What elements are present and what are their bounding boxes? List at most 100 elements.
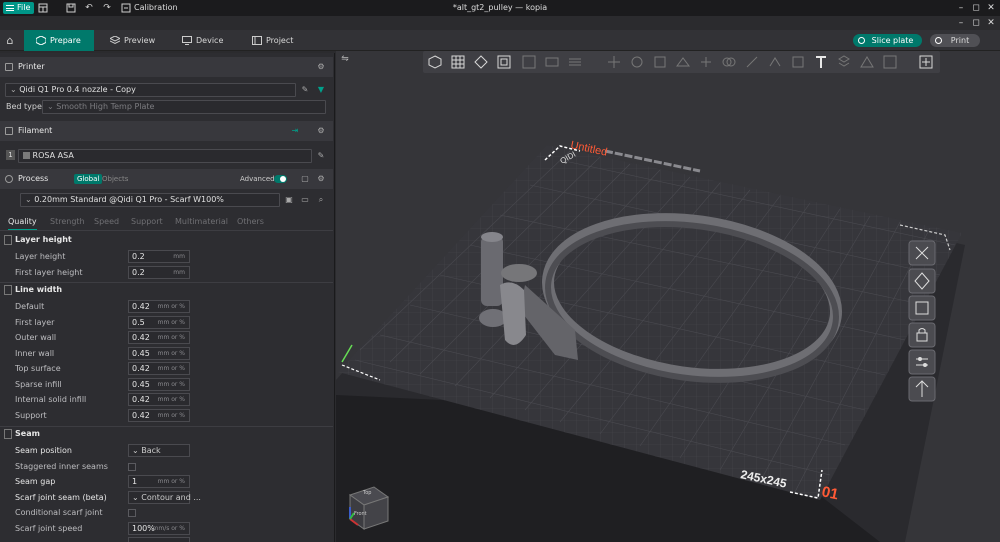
rotate-icon[interactable]: [629, 54, 645, 70]
plate-delete-button[interactable]: [908, 240, 936, 266]
line-width-default-input[interactable]: 0.42 mm or %: [128, 300, 190, 313]
tab-multimaterial[interactable]: Multimaterial: [175, 214, 228, 229]
bed-type-select[interactable]: ⌄ Smooth High Temp Plate: [42, 100, 326, 114]
tab-preview[interactable]: Preview: [98, 30, 168, 51]
close-window-icon[interactable]: ✕: [985, 2, 997, 14]
tab-strength[interactable]: Strength: [50, 214, 85, 229]
edit-printer-icon[interactable]: ✎: [300, 85, 310, 95]
scale-icon[interactable]: [652, 54, 668, 70]
setting-unit: mm: [173, 253, 185, 260]
setting-value: 0.42: [132, 410, 150, 420]
calibration-icon[interactable]: [121, 3, 131, 13]
layers-tool-icon[interactable]: [567, 54, 583, 70]
save-icon[interactable]: [66, 3, 76, 13]
save-preset-icon[interactable]: ▣: [284, 195, 294, 205]
filament-icon: [5, 127, 13, 135]
plate-move-button[interactable]: [908, 376, 936, 402]
global-toggle[interactable]: Global: [74, 174, 103, 184]
add-filament-icon[interactable]: ⇥: [290, 126, 300, 136]
tab-prepare[interactable]: Prepare: [24, 30, 94, 51]
scarf-speed-input[interactable]: 100% mm/s or %: [128, 521, 190, 535]
undo-icon[interactable]: ↶: [84, 3, 94, 13]
orient-icon[interactable]: [473, 54, 489, 70]
calibration-menu[interactable]: Calibration: [134, 0, 178, 16]
measure-icon[interactable]: [859, 54, 875, 70]
tab-others[interactable]: Others: [237, 214, 264, 229]
lay-on-face-icon[interactable]: [675, 54, 691, 70]
restore-plate-icon[interactable]: ◻: [970, 17, 982, 29]
view-cube[interactable]: Top Front: [344, 483, 392, 531]
seam-position-select[interactable]: ⌄ Back: [128, 444, 190, 457]
process-settings-icon[interactable]: ⚙: [316, 174, 326, 184]
line-width-inner-wall-input[interactable]: 0.45 mm or %: [128, 346, 190, 360]
wifi-icon[interactable]: ▼: [316, 85, 326, 95]
tab-speed[interactable]: Speed: [94, 214, 119, 229]
delete-preset-icon[interactable]: ▭: [300, 195, 310, 205]
maximize-window-icon[interactable]: ◻: [970, 2, 982, 14]
mesh-boolean-icon[interactable]: [721, 54, 737, 70]
advanced-switch[interactable]: [274, 175, 287, 183]
file-menu-button[interactable]: File: [3, 2, 35, 14]
line-width-first-layer-input[interactable]: 0.5 mm or %: [128, 315, 190, 329]
cut-off-input[interactable]: [128, 537, 190, 542]
plate-settings-button[interactable]: [908, 349, 936, 375]
line-width-internal-solid-infill-input[interactable]: 0.42 mm or %: [128, 393, 190, 406]
tab-device[interactable]: Device: [170, 30, 240, 51]
plate-lock-button[interactable]: [908, 322, 936, 348]
add-object-icon[interactable]: [427, 54, 443, 70]
edit-filament-icon[interactable]: ✎: [316, 151, 326, 161]
staggered-seams-checkbox[interactable]: [128, 462, 136, 471]
cut-icon[interactable]: [698, 54, 714, 70]
text-icon[interactable]: [813, 54, 829, 70]
panel-icon[interactable]: [38, 3, 48, 13]
scarf-seam-select[interactable]: ⌄ Contour and ...: [128, 490, 201, 504]
split-objects-icon[interactable]: [521, 54, 537, 70]
layers-icon: [110, 36, 120, 45]
filament-select[interactable]: ROSA ASA: [18, 149, 312, 163]
search-icon[interactable]: ⌕: [316, 195, 326, 205]
printer-settings-icon[interactable]: ⚙: [316, 62, 326, 72]
plate-orient-button[interactable]: [908, 268, 936, 294]
plate-arrange-button[interactable]: [908, 295, 936, 321]
objects-toggle[interactable]: Objects: [102, 174, 128, 184]
3d-viewport[interactable]: QIDI Untitled 245x245 01 ⇋ Top Front: [336, 51, 1000, 542]
tab-project[interactable]: Project: [240, 30, 310, 51]
support-paint-icon[interactable]: [744, 54, 760, 70]
filament-color-swatch[interactable]: [23, 152, 30, 159]
minimize-window-icon[interactable]: –: [955, 2, 967, 14]
filament-section-header[interactable]: Filament ⇥ ⚙: [0, 121, 333, 141]
collapse-panel-icon[interactable]: ⇋: [339, 53, 351, 65]
line-width-support-input[interactable]: 0.42 mm or %: [128, 408, 190, 422]
split-parts-icon[interactable]: [544, 54, 560, 70]
process-section-header[interactable]: Process Global Objects Advanced ▢ ⚙: [0, 169, 333, 189]
line-width-top-surface-input[interactable]: 0.42 mm or %: [128, 362, 190, 375]
grid-icon[interactable]: [450, 54, 466, 70]
layer-height-input[interactable]: 0.2 mm: [128, 250, 190, 263]
minimize-plate-icon[interactable]: –: [955, 17, 967, 29]
printer-select[interactable]: ⌄ Qidi Q1 Pro 0.4 nozzle - Copy: [5, 83, 296, 97]
seam-gap-input[interactable]: 1 mm or %: [128, 475, 190, 488]
variable-layer-icon[interactable]: [918, 54, 934, 70]
filament-settings-icon[interactable]: ⚙: [316, 126, 326, 136]
tab-support[interactable]: Support: [131, 214, 163, 229]
seam-paint-icon[interactable]: [767, 54, 783, 70]
print-button[interactable]: Print: [930, 34, 980, 47]
close-plate-icon[interactable]: ✕: [985, 17, 997, 29]
process-compare-icon[interactable]: ▢: [300, 174, 310, 184]
line-width-sparse-infill-input[interactable]: 0.45 mm or %: [128, 377, 190, 391]
svg-icon[interactable]: [836, 54, 852, 70]
process-preset-select[interactable]: ⌄ 0.20mm Standard @Qidi Q1 Pro - Scarf W…: [20, 193, 280, 207]
assembly-icon[interactable]: [882, 54, 898, 70]
printer-section-header[interactable]: Printer ⚙: [0, 57, 333, 77]
line-width-outer-wall-input[interactable]: 0.42 mm or %: [128, 331, 190, 344]
setting-value: ⌄ Contour and ...: [132, 492, 201, 503]
slice-plate-button[interactable]: Slice plate: [853, 34, 922, 47]
move-icon[interactable]: [606, 54, 622, 70]
tab-quality[interactable]: Quality: [8, 214, 37, 231]
first-layer-height-input[interactable]: 0.2 mm: [128, 265, 190, 279]
home-icon[interactable]: ⌂: [3, 34, 17, 47]
fuzzy-skin-icon[interactable]: [790, 54, 806, 70]
redo-icon[interactable]: ↷: [102, 3, 112, 13]
conditional-scarf-checkbox[interactable]: [128, 509, 136, 517]
arrange-icon[interactable]: [496, 54, 512, 70]
